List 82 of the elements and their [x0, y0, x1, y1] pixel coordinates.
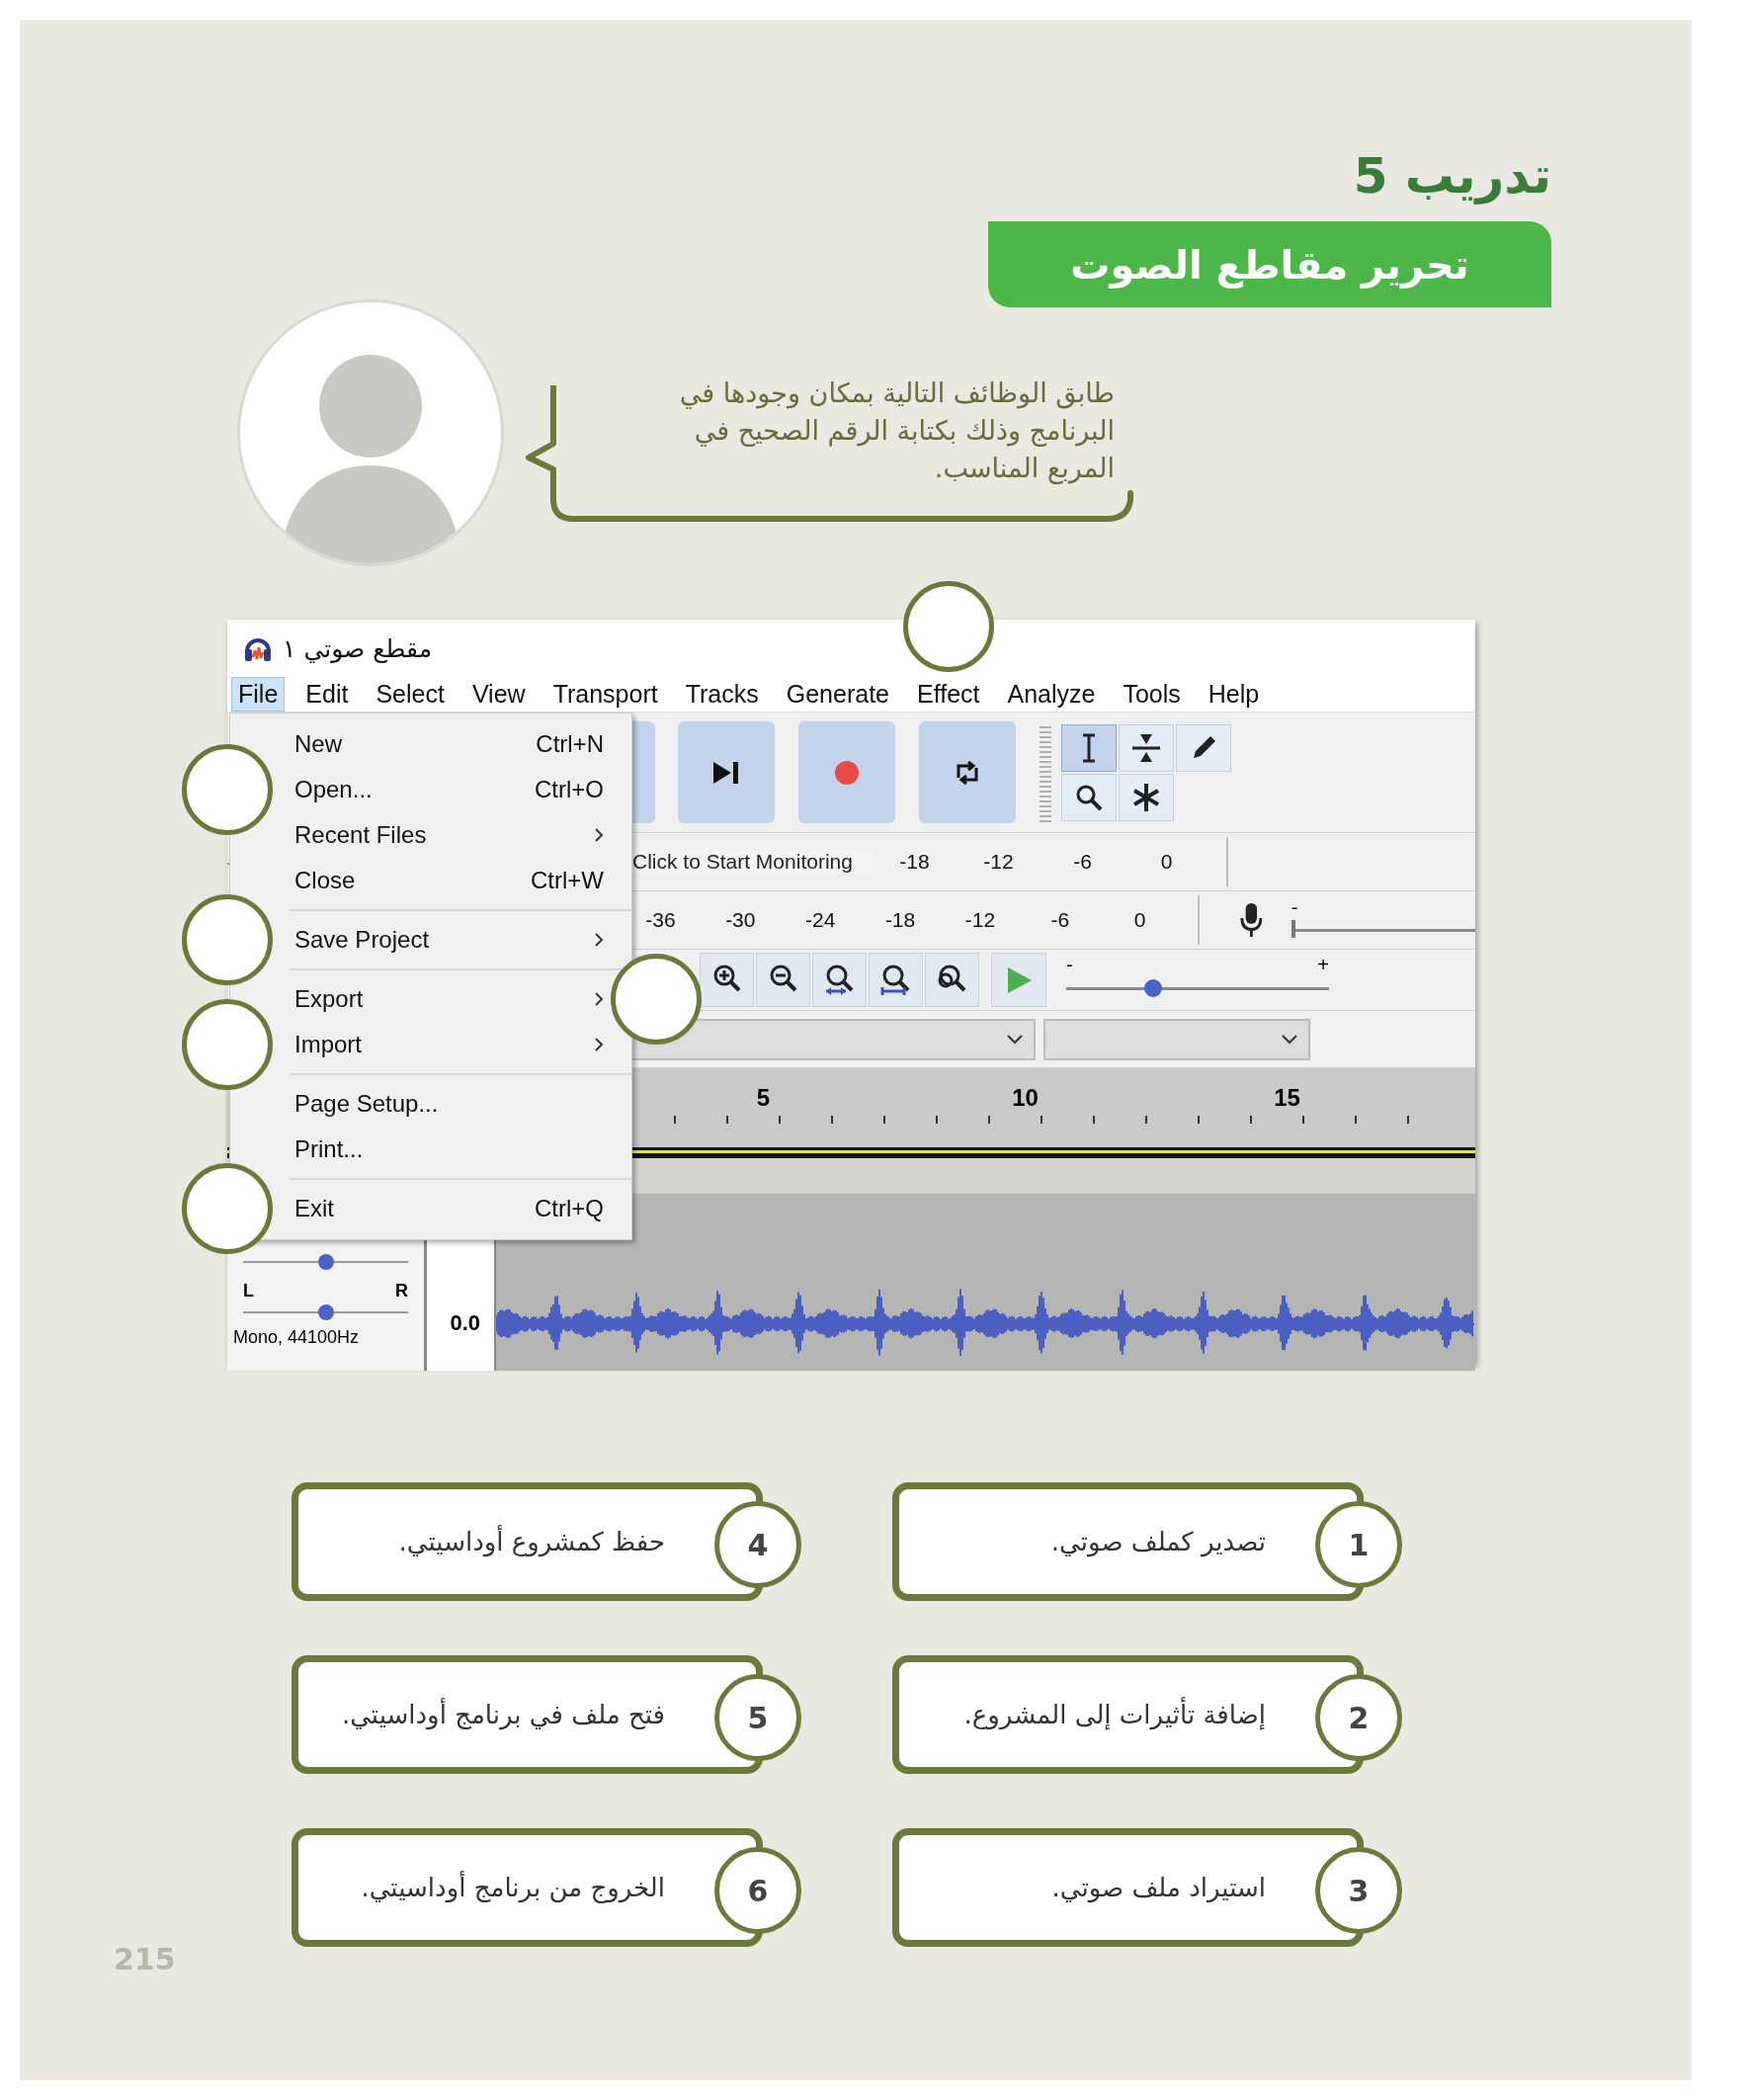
- slider-minus-label: -: [1066, 953, 1073, 976]
- record-icon: [834, 759, 860, 786]
- tool-button[interactable]: [1176, 723, 1231, 772]
- chevron-down-icon: [1281, 1033, 1298, 1046]
- scale-label: 0.0: [450, 1310, 480, 1336]
- pan-right-label: R: [395, 1281, 408, 1302]
- number-circle: 4: [714, 1501, 801, 1588]
- volume-slider[interactable]: [1291, 920, 1476, 938]
- menu-bar-item[interactable]: File: [231, 677, 286, 712]
- envelope-tool-icon: [1130, 731, 1162, 764]
- menu-item[interactable]: Exit Ctrl+Q: [292, 1186, 606, 1231]
- shortcut-label: Ctrl+N: [536, 730, 604, 758]
- slider-thumb[interactable]: [1143, 978, 1162, 997]
- menu-item[interactable]: Page Setup...: [292, 1081, 606, 1127]
- track-format-label: Mono, 44100Hz: [233, 1327, 361, 1348]
- loop-button[interactable]: [919, 721, 1016, 823]
- asterisk-icon: [1130, 781, 1162, 813]
- slider-thumb[interactable]: [317, 1304, 334, 1320]
- card-text: حفظ كمشروع أوداسيتي.: [397, 1527, 665, 1556]
- shortcut-label: Ctrl+Q: [535, 1195, 604, 1222]
- menu-bar-item[interactable]: Analyze: [1000, 677, 1103, 712]
- exercise-title: تدريب 5: [1353, 146, 1551, 207]
- menu-bar-item[interactable]: Tracks: [678, 677, 766, 712]
- menu-bar-item[interactable]: Edit: [298, 677, 356, 712]
- number-circle: 1: [1315, 1501, 1402, 1588]
- section-banner: تحرير مقاطع الصوت: [988, 221, 1551, 307]
- microphone-icon: [1239, 900, 1264, 940]
- zoom-button[interactable]: [700, 953, 754, 1007]
- zoom-button[interactable]: [812, 953, 867, 1007]
- instruction-text: طابق الوظائف التالية بمكان وجودها في البرنامج وذلك بكتابة الرقم الصحيح في المربع المناسب.: [678, 377, 1115, 486]
- zoom-button[interactable]: [869, 953, 923, 1007]
- ruler-label: 15: [1273, 1083, 1301, 1112]
- shortcut-label: Ctrl+O: [535, 776, 604, 803]
- tool-button[interactable]: [1119, 773, 1174, 821]
- card-text: الخروج من برنامج أوداسيتي.: [360, 1873, 665, 1902]
- pan-left-label: L: [243, 1281, 254, 1302]
- menu-bar-item[interactable]: Select: [369, 677, 452, 712]
- number-circle: 6: [714, 1847, 801, 1934]
- tool-button[interactable]: [1061, 773, 1117, 821]
- number-circle: 2: [1315, 1674, 1402, 1761]
- card-text: تصدير كملف صوتي.: [1049, 1527, 1266, 1556]
- number-circle: 3: [1315, 1847, 1402, 1934]
- ruler-label: 10: [1011, 1083, 1040, 1112]
- ruler-label: 5: [755, 1083, 772, 1112]
- shortcut-label: Ctrl+W: [531, 867, 604, 894]
- skip-to-end-button[interactable]: [678, 721, 775, 823]
- tool-button[interactable]: [1061, 723, 1117, 772]
- menu-item[interactable]: Close Ctrl+W: [292, 858, 606, 903]
- speed-slider[interactable]: [1066, 977, 1329, 998]
- zoom-width-icon: [879, 963, 912, 997]
- menu-bar-item[interactable]: Generate: [779, 677, 896, 712]
- zoom-button[interactable]: [756, 953, 810, 1007]
- zoom-fit-icon: [823, 963, 856, 997]
- slider-plus-label: +: [1317, 953, 1329, 976]
- skip-to-end-icon: [711, 759, 741, 786]
- tool-button[interactable]: [1119, 723, 1174, 772]
- menu-item[interactable]: Save Project: [292, 917, 606, 963]
- slider-thumb[interactable]: [317, 1254, 334, 1270]
- menu-item[interactable]: New Ctrl+N: [292, 721, 606, 767]
- menu-bar-item[interactable]: View: [464, 677, 533, 712]
- menu-bar-item[interactable]: Tools: [1116, 677, 1188, 712]
- chevron-right-icon: [594, 1037, 604, 1052]
- record-button[interactable]: [798, 721, 895, 823]
- chevron-right-icon: [594, 991, 604, 1007]
- window-title: مقطع صوتي ١: [283, 633, 433, 663]
- menu-item[interactable]: Print...: [292, 1127, 606, 1172]
- slider-minus-label: -: [1291, 896, 1298, 919]
- menu-bar-item[interactable]: Effect: [910, 677, 987, 712]
- card-text: استيراد ملف صوتي.: [1050, 1873, 1266, 1902]
- chevron-down-icon: [1006, 1033, 1024, 1046]
- menu-item[interactable]: Export: [292, 976, 606, 1022]
- menu-bar-item[interactable]: Help: [1201, 677, 1267, 712]
- menu-item[interactable]: Open... Ctrl+O: [292, 767, 606, 812]
- page-number: 215: [114, 1942, 176, 1976]
- number-circle: 5: [714, 1674, 801, 1761]
- chevron-right-icon: [594, 932, 604, 948]
- zoom-button[interactable]: [925, 953, 979, 1007]
- menu-item[interactable]: Recent Files: [292, 812, 606, 858]
- card-text: فتح ملف في برنامج أوداسيتي.: [340, 1700, 665, 1729]
- menu-item[interactable]: Import: [292, 1022, 606, 1067]
- chevron-right-icon: [594, 827, 604, 843]
- menu-bar-item[interactable]: Transport: [545, 677, 665, 712]
